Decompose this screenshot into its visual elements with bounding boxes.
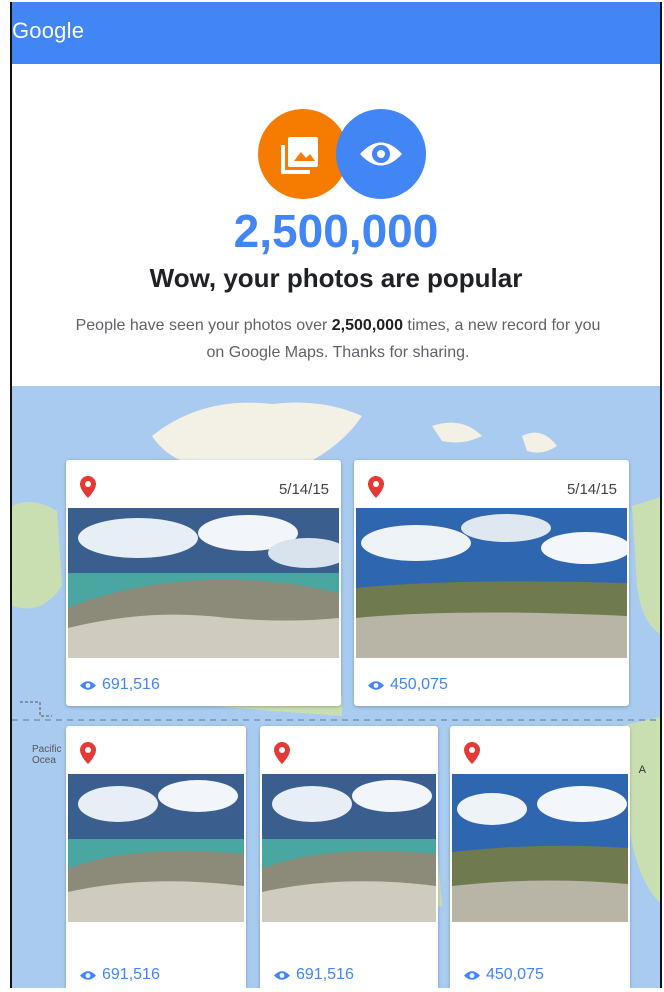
- hero-section: 2,500,000 Wow, your photos are popular P…: [12, 64, 660, 386]
- view-count-label: 691,516: [102, 966, 160, 983]
- location-pin-icon: [274, 742, 290, 764]
- location-pin-icon: [368, 476, 384, 498]
- photo-card-4[interactable]: 691,516: [260, 726, 438, 988]
- photos-icon: [258, 109, 348, 199]
- view-count-label: 450,075: [390, 676, 448, 693]
- view-count-label: 691,516: [102, 676, 160, 693]
- panorama-photo[interactable]: [452, 774, 628, 922]
- eye-small-icon: [80, 680, 96, 690]
- photo-card-1[interactable]: 5/14/15 691,516: [66, 460, 341, 706]
- eye-small-icon: [80, 970, 96, 980]
- photo-card-5[interactable]: 450,075: [450, 726, 630, 988]
- photo-card-2[interactable]: 5/14/15 450,075: [354, 460, 629, 706]
- panorama-photo[interactable]: [68, 508, 339, 658]
- email-frame: Google 2,500,000 Wow, your photos are po…: [10, 2, 662, 988]
- photo-date: 5/14/15: [278, 481, 329, 498]
- panorama-photo[interactable]: [68, 774, 244, 922]
- location-pin-icon: [80, 742, 96, 764]
- headline: Wow, your photos are popular: [149, 263, 523, 293]
- eye-small-icon: [464, 970, 480, 980]
- view-count-label: 691,516: [296, 966, 354, 983]
- photo-card-3[interactable]: 691,516: [66, 726, 246, 988]
- view-stat: 691,516: [274, 966, 354, 984]
- description: People have seen your photos over 2,500,…: [72, 312, 604, 366]
- panorama-photo[interactable]: [262, 774, 436, 922]
- panorama-photo[interactable]: [356, 508, 627, 658]
- location-pin-icon: [80, 476, 96, 498]
- view-stat: 450,075: [368, 676, 448, 694]
- eye-small-icon: [274, 970, 290, 980]
- view-count-label: 450,075: [486, 966, 544, 983]
- view-count: 2,500,000: [233, 205, 439, 257]
- view-stat: 691,516: [80, 676, 160, 694]
- eye-small-icon: [368, 680, 384, 690]
- view-stat: 450,075: [464, 966, 544, 984]
- eye-icon: [336, 109, 426, 199]
- header-bar: Google: [12, 2, 660, 64]
- location-pin-icon: [464, 742, 480, 764]
- google-logo[interactable]: Google: [12, 18, 84, 44]
- map-label-a: A: [638, 764, 646, 776]
- map-label-pacific: Pacific Ocea: [32, 744, 62, 766]
- photo-date: 5/14/15: [566, 481, 617, 498]
- desc-before: People have seen your photos over: [75, 317, 332, 334]
- desc-count: 2,500,000: [331, 317, 403, 334]
- world-map-background: Pacific Ocea A 5/14/15 691,516 5/14/15 4…: [12, 386, 660, 988]
- view-stat: 691,516: [80, 966, 160, 984]
